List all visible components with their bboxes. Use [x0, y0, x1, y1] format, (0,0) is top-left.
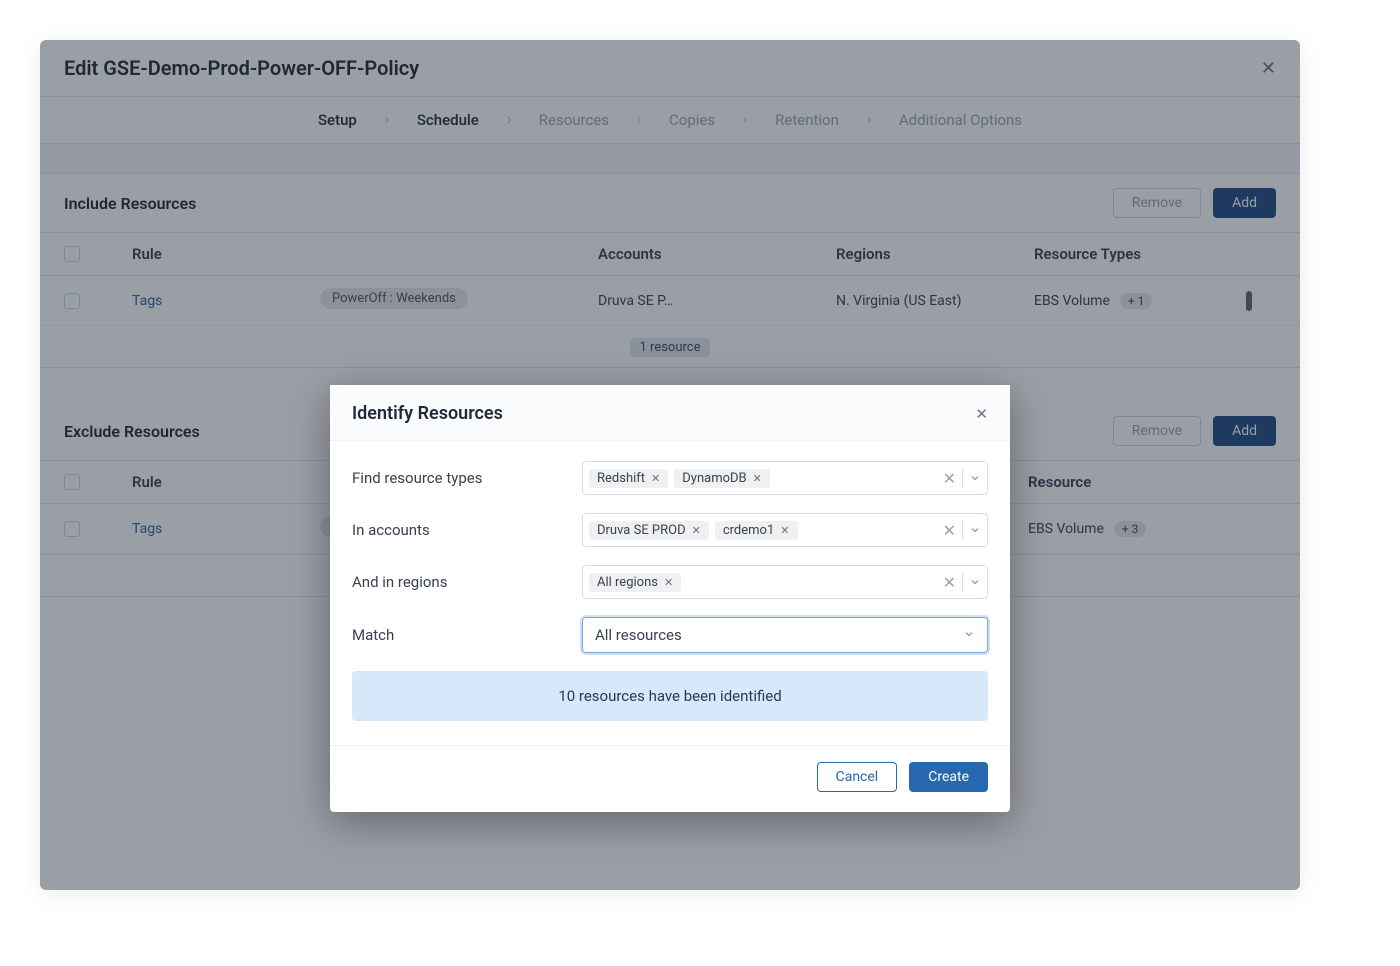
match-select[interactable]: All resources	[582, 617, 988, 653]
remove-tag-icon[interactable]: ✕	[780, 524, 789, 537]
region-tag: All regions✕	[589, 573, 681, 592]
chevron-down-icon[interactable]	[969, 573, 981, 592]
account-tag: Druva SE PROD✕	[589, 521, 709, 540]
resource-type-tag: Redshift✕	[589, 469, 668, 488]
clear-all-icon[interactable]: ✕	[943, 573, 956, 592]
accounts-select[interactable]: Druva SE PROD✕ crdemo1✕ ✕	[582, 513, 988, 547]
regions-select[interactable]: All regions✕ ✕	[582, 565, 988, 599]
identify-resources-modal: Identify Resources ✕ Find resource types…	[330, 385, 1010, 812]
close-icon: ✕	[975, 405, 988, 423]
resource-type-tag: DynamoDB✕	[674, 469, 770, 488]
remove-tag-icon[interactable]: ✕	[664, 576, 673, 589]
account-tag: crdemo1✕	[715, 521, 798, 540]
modal-close-button[interactable]: ✕	[975, 405, 988, 423]
identified-resources-banner: 10 resources have been identified	[352, 671, 988, 721]
chevron-down-icon[interactable]	[969, 469, 981, 488]
cancel-button[interactable]: Cancel	[817, 762, 898, 792]
create-button[interactable]: Create	[909, 762, 988, 792]
label-regions: And in regions	[352, 573, 582, 591]
remove-tag-icon[interactable]: ✕	[753, 472, 762, 485]
label-match: Match	[352, 626, 582, 644]
match-value: All resources	[595, 626, 682, 644]
clear-all-icon[interactable]: ✕	[943, 469, 956, 488]
modal-title: Identify Resources	[352, 403, 503, 424]
label-resource-types: Find resource types	[352, 469, 582, 487]
modal-overlay: Identify Resources ✕ Find resource types…	[40, 40, 1300, 890]
remove-tag-icon[interactable]: ✕	[692, 524, 701, 537]
clear-all-icon[interactable]: ✕	[943, 521, 956, 540]
chevron-down-icon	[963, 626, 975, 644]
resource-types-select[interactable]: Redshift✕ DynamoDB✕ ✕	[582, 461, 988, 495]
label-accounts: In accounts	[352, 521, 582, 539]
chevron-down-icon[interactable]	[969, 521, 981, 540]
remove-tag-icon[interactable]: ✕	[651, 472, 660, 485]
